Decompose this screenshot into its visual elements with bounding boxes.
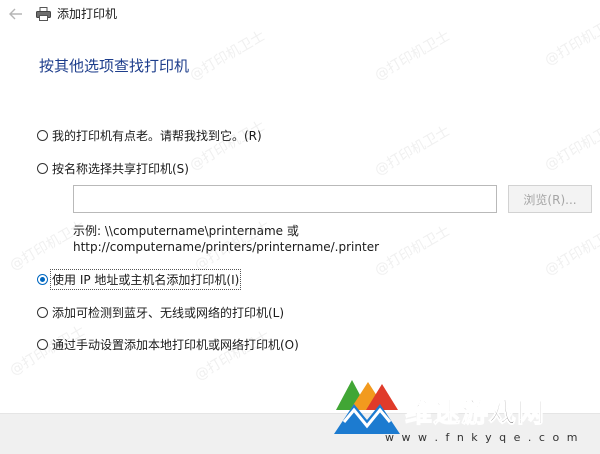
window-title: 添加打印机 [57,7,118,21]
example-text-line1: 示例: \\computername\printername 或 [73,224,299,238]
radio-button[interactable] [37,307,48,318]
watermark: @打印机卫士 [542,117,600,174]
option-label: 我的打印机有点老。请帮我找到它。(R) [52,129,262,143]
watermark: @打印机卫士 [187,117,268,174]
watermark: @打印机卫士 [372,122,453,179]
printer-icon [36,7,51,21]
footer-band [0,413,600,454]
option-label: 使用 IP 地址或主机名添加打印机(I) [49,269,242,290]
shared-printer-name-input[interactable] [73,185,497,213]
radio-option-manual-setup[interactable]: 通过手动设置添加本地打印机或网络打印机(O) [37,336,299,353]
example-text-line2: http://computername/printers/printername… [73,240,380,254]
radio-option-ip-address[interactable]: 使用 IP 地址或主机名添加打印机(I) [37,269,242,290]
radio-option-bluetooth-wireless[interactable]: 添加可检测到蓝牙、无线或网络的打印机(L) [37,304,284,321]
radio-button[interactable] [37,163,48,174]
title-bar: 添加打印机 [0,0,600,30]
page-heading: 按其他选项查找打印机 [39,57,190,75]
arrow-left-icon [9,8,22,20]
radio-option-shared-printer[interactable]: 按名称选择共享打印机(S) [37,160,189,177]
radio-button-selected[interactable] [37,274,48,285]
radio-option-old-printer[interactable]: 我的打印机有点老。请帮我找到它。(R) [37,127,262,144]
radio-button[interactable] [37,339,48,350]
watermark: @打印机卫士 [192,327,273,384]
watermark: @打印机卫士 [187,27,268,84]
radio-button[interactable] [37,130,48,141]
watermark: @打印机卫士 [372,222,453,279]
option-label: 通过手动设置添加本地打印机或网络打印机(O) [52,338,299,352]
browse-button[interactable]: 浏览(R)... [508,185,592,213]
watermark: @打印机卫士 [372,27,453,84]
back-button[interactable] [6,4,26,24]
option-label: 按名称选择共享打印机(S) [52,162,189,176]
watermark: @打印机卫士 [542,222,600,279]
option-label: 添加可检测到蓝牙、无线或网络的打印机(L) [52,306,285,320]
